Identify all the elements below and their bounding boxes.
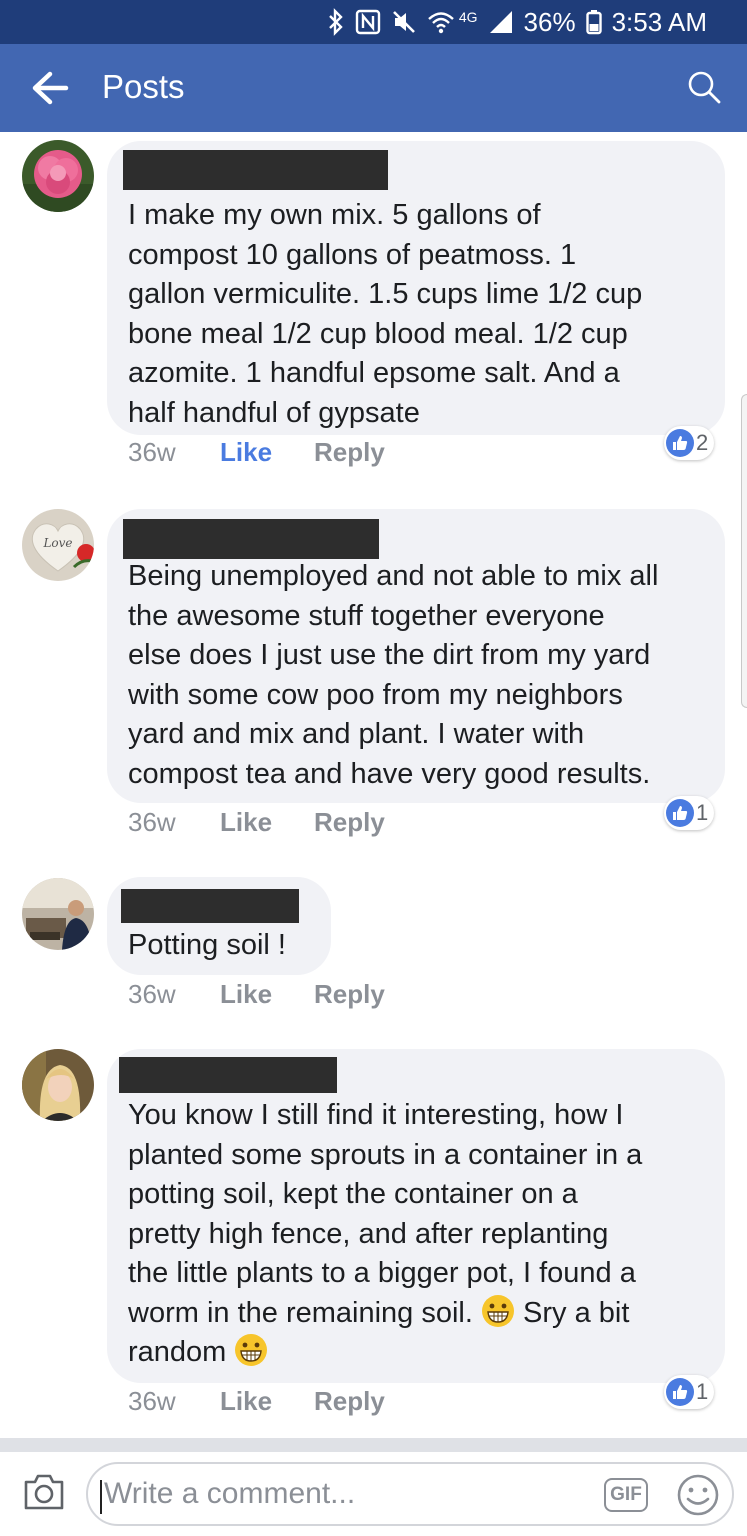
signal-icon xyxy=(489,11,512,33)
comment-time: 36w xyxy=(128,437,176,467)
comment-text-line: planted some sprouts in a container in a xyxy=(128,1138,643,1171)
comment-input-placeholder: Write a comment... xyxy=(104,1477,356,1510)
comment-actions: 36w Like Reply xyxy=(128,807,385,838)
like-button[interactable]: Like xyxy=(220,979,314,1010)
avatar[interactable] xyxy=(22,1049,94,1121)
wifi-icon xyxy=(428,12,454,34)
comment-bubble[interactable]: I make my own mix. 5 gallons of compost … xyxy=(107,141,725,435)
author-name-redacted[interactable] xyxy=(123,519,379,559)
heart-stone-avatar-image: Love xyxy=(22,509,94,581)
comments-feed[interactable]: I make my own mix. 5 gallons of compost … xyxy=(0,132,747,1438)
comment-text-line-with-emoji: worm in the remaining soil. Sry a bit xyxy=(128,1294,642,1334)
comment-text: You know I still find it interesting, ho… xyxy=(128,1096,642,1373)
thumbs-up-icon xyxy=(666,1378,694,1406)
search-icon[interactable] xyxy=(686,69,722,105)
avatar[interactable]: Love xyxy=(22,509,94,581)
scrollbar[interactable] xyxy=(741,394,747,708)
comment-actions: 36w Like Reply xyxy=(128,1386,385,1417)
comment-time: 36w xyxy=(128,807,176,837)
comment-bubble[interactable]: Being unemployed and not able to mix all… xyxy=(107,509,725,803)
page-title: Posts xyxy=(102,68,185,105)
comment-bubble[interactable]: Potting soil ! xyxy=(107,877,331,975)
thumbs-up-icon xyxy=(666,429,694,457)
comment-text: Potting soil ! xyxy=(128,929,286,961)
reaction-count[interactable]: 2 xyxy=(664,426,715,460)
clock: 3:53 AM xyxy=(611,6,707,37)
status-bar: 4G 36% 3:53 AM xyxy=(0,0,747,44)
reaction-count[interactable]: 1 xyxy=(664,1375,715,1409)
author-name-redacted[interactable] xyxy=(119,1057,337,1093)
avatar-love-text: Love xyxy=(42,536,72,550)
author-name-redacted[interactable] xyxy=(121,889,299,923)
blonde-person-avatar-image xyxy=(22,1049,94,1121)
app-bar: Posts xyxy=(0,44,747,132)
camera-icon[interactable] xyxy=(22,1470,66,1512)
person-avatar-image xyxy=(22,878,94,950)
reply-button[interactable]: Reply xyxy=(314,979,385,1010)
reaction-number: 1 xyxy=(696,1379,709,1404)
comment-text-line-with-emoji: random xyxy=(128,1333,642,1373)
like-button[interactable]: Like xyxy=(220,1386,314,1417)
comment-time: 36w xyxy=(128,979,176,1009)
text-caret xyxy=(100,1480,102,1514)
comment-input[interactable]: Write a comment... GIF xyxy=(86,1462,734,1526)
gif-button[interactable]: GIF xyxy=(604,1478,648,1512)
author-name-redacted[interactable] xyxy=(123,150,388,190)
comment-text: Being unemployed and not able to mix all… xyxy=(128,560,659,790)
comment-actions: 36w Like Reply xyxy=(128,979,385,1010)
battery-icon xyxy=(585,10,602,35)
thumbs-up-icon xyxy=(666,799,694,827)
battery-percent: 36% xyxy=(523,6,576,37)
comment-text-line: pretty high fence, and after replanting xyxy=(128,1217,609,1250)
divider xyxy=(0,1438,747,1452)
comment-text-segment: Sry a bit xyxy=(514,1296,630,1329)
smiley-icon[interactable] xyxy=(676,1473,720,1517)
back-arrow-icon[interactable] xyxy=(30,70,70,106)
comment-actions: 36w Like Reply xyxy=(128,437,385,468)
comment-bubble[interactable]: You know I still find it interesting, ho… xyxy=(107,1049,725,1383)
like-button[interactable]: Like xyxy=(220,437,314,468)
reaction-number: 1 xyxy=(696,800,709,825)
comment-text-line: the little plants to a bigger pot, I fou… xyxy=(128,1257,636,1289)
comment-text-segment: random xyxy=(128,1336,227,1368)
comment-text-line: You know I still find it interesting, ho… xyxy=(128,1099,624,1131)
comment-text-line: potting soil, kept the container on a xyxy=(128,1178,578,1210)
reply-button[interactable]: Reply xyxy=(314,1386,385,1417)
flower-avatar-image xyxy=(22,140,94,212)
mute-icon xyxy=(392,11,415,33)
reply-button[interactable]: Reply xyxy=(314,807,385,838)
like-button[interactable]: Like xyxy=(220,807,314,838)
grinning-face-emoji xyxy=(235,1334,268,1366)
grinning-face-emoji xyxy=(481,1294,514,1327)
status-icons: 4G 36% 3:53 AM xyxy=(327,6,707,38)
comment-text-segment: worm in the remaining soil. xyxy=(128,1296,473,1329)
nfc-icon xyxy=(355,9,381,35)
avatar[interactable] xyxy=(22,140,94,212)
comment-time: 36w xyxy=(128,1386,176,1416)
network-type: 4G xyxy=(458,9,478,25)
bluetooth-icon xyxy=(329,8,343,36)
comment-text: I make my own mix. 5 gallons of compost … xyxy=(128,199,643,429)
reply-button[interactable]: Reply xyxy=(314,437,385,468)
reaction-count[interactable]: 1 xyxy=(664,796,715,830)
reaction-number: 2 xyxy=(696,430,709,455)
comment-composer: Write a comment... GIF xyxy=(0,1452,747,1536)
avatar[interactable] xyxy=(22,878,94,950)
